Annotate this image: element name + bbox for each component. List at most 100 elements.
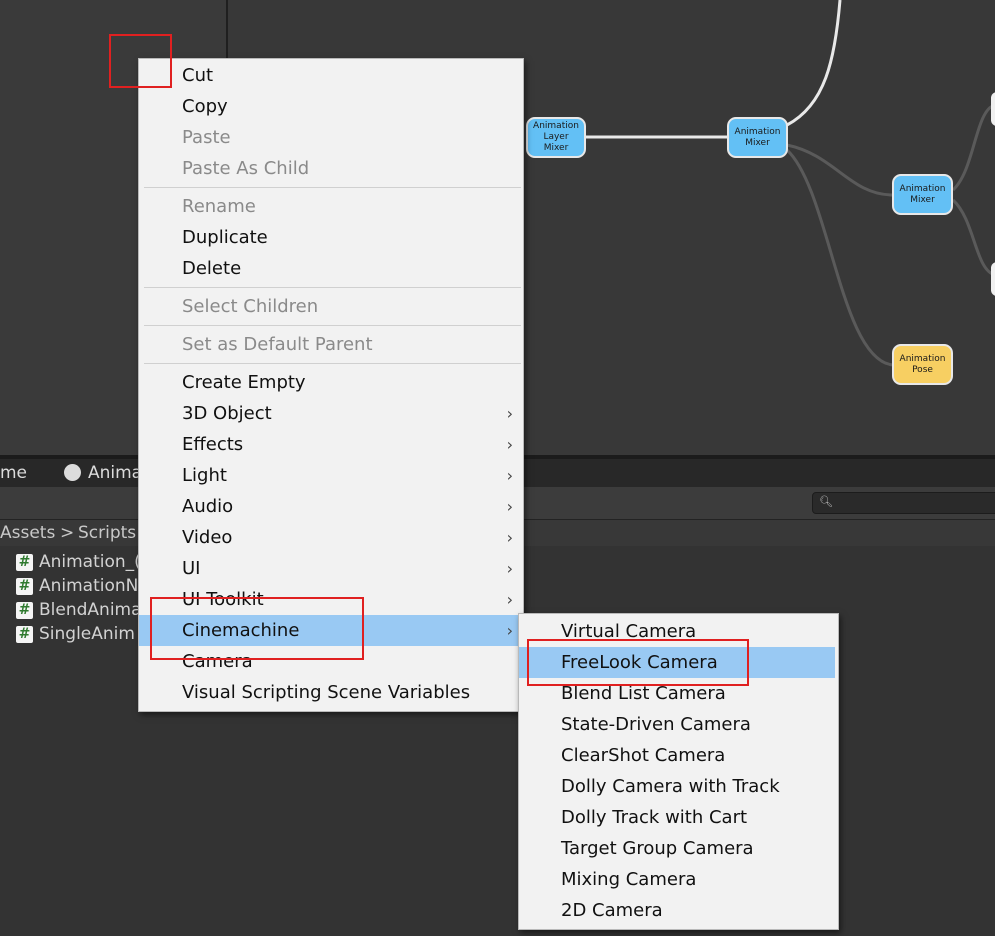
menu-item-rename[interactable]: Rename [139,191,523,222]
node-label-line: Pose [912,364,933,375]
submenu-item-mixing-camera[interactable]: Mixing Camera [519,864,838,895]
menu-item-label: Cut [182,65,214,86]
node-label-line: Animation [734,126,781,137]
submenu-item-2d-camera[interactable]: 2D Camera [519,895,838,926]
node-animation-mixer[interactable]: Animation Mixer [727,117,788,158]
node-label-line: Mixer [910,194,935,205]
chevron-right-icon: › [506,528,513,547]
edge-mixer-to-pose [785,148,894,367]
node-label-line: Mixer [543,143,569,153]
chevron-right-icon: › [506,466,513,485]
menu-item-cut[interactable]: Cut [139,60,523,91]
menu-item-light[interactable]: Light › [139,460,523,491]
menu-separator [144,363,521,364]
menu-item-paste-as-child[interactable]: Paste As Child [139,153,523,184]
chevron-right-icon: › [506,497,513,516]
clock-icon [64,464,81,481]
menu-item-visual-scripting-scene-variables[interactable]: Visual Scripting Scene Variables [139,677,523,708]
submenu-item-clearshot-camera[interactable]: ClearShot Camera [519,740,838,771]
list-item[interactable]: # BlendAnima [16,598,142,622]
menu-item-label: Video [182,527,233,548]
node-offscreen-2[interactable] [991,262,995,296]
menu-separator [144,287,521,288]
menu-item-label: Mixing Camera [561,869,697,890]
menu-item-label: Delete [182,258,242,279]
edge-out-2 [951,198,995,277]
submenu-item-dolly-camera-with-track[interactable]: Dolly Camera with Track [519,771,838,802]
annotation-box-cinemachine [150,597,364,660]
menu-item-label: Audio [182,496,234,517]
breadcrumb-scripts[interactable]: Scripts [78,523,136,543]
edge-mixer-up [786,0,842,127]
menu-item-select-children[interactable]: Select Children [139,291,523,322]
menu-item-label: Paste As Child [182,158,310,179]
menu-item-label: Set as Default Parent [182,334,373,355]
csharp-script-icon: # [16,553,33,571]
menu-item-label: ClearShot Camera [561,745,726,766]
menu-item-label: Rename [182,196,256,217]
node-offscreen-1[interactable] [991,92,995,126]
csharp-script-icon: # [16,601,33,619]
submenu-item-dolly-track-with-cart[interactable]: Dolly Track with Cart [519,802,838,833]
csharp-script-icon: # [16,625,33,643]
node-animation-mixer-2[interactable]: Animation Mixer [892,174,953,215]
breadcrumb-separator: > [60,523,75,543]
edge-out-1 [951,103,995,192]
menu-item-label: 2D Camera [561,900,663,921]
node-label-line: Mixer [745,137,770,148]
menu-item-video[interactable]: Video › [139,522,523,553]
menu-item-create-empty[interactable]: Create Empty [139,367,523,398]
menu-item-label: Copy [182,96,228,117]
menu-item-copy[interactable]: Copy [139,91,523,122]
menu-item-label: Dolly Camera with Track [561,776,780,797]
menu-item-3d-object[interactable]: 3D Object › [139,398,523,429]
tab-game[interactable]: me [0,463,27,483]
submenu-item-target-group-camera[interactable]: Target Group Camera [519,833,838,864]
menu-item-effects[interactable]: Effects › [139,429,523,460]
menu-item-set-default-parent[interactable]: Set as Default Parent [139,329,523,360]
list-item[interactable]: # SingleAnim [16,622,135,646]
menu-separator [144,325,521,326]
menu-item-label: Duplicate [182,227,268,248]
menu-item-ui[interactable]: UI › [139,553,523,584]
menu-item-label: Visual Scripting Scene Variables [182,682,471,703]
menu-item-label: Select Children [182,296,319,317]
node-label-line: Animation [899,353,946,364]
menu-item-delete[interactable]: Delete [139,253,523,284]
menu-item-label: Paste [182,127,231,148]
csharp-script-icon: # [16,577,33,595]
list-item[interactable]: # Animation_( [16,550,141,574]
file-name: AnimationN [39,576,139,596]
breadcrumb-assets[interactable]: Assets [0,523,55,543]
chevron-right-icon: › [506,435,513,454]
menu-item-label: Light [182,465,227,486]
search-input[interactable]: 🔍︎ [812,492,995,514]
node-animation-layer-mixer[interactable]: Animation Layer Mixer [526,117,586,158]
menu-item-label: UI [182,558,201,579]
node-label-line: Animation [533,121,579,131]
menu-item-label: Target Group Camera [561,838,754,859]
list-item[interactable]: # AnimationN [16,574,138,598]
annotation-box-click-point [109,34,172,88]
menu-item-paste[interactable]: Paste [139,122,523,153]
menu-item-label: Blend List Camera [561,683,726,704]
menu-separator [144,187,521,188]
menu-item-label: 3D Object [182,403,272,424]
menu-item-duplicate[interactable]: Duplicate [139,222,523,253]
chevron-right-icon: › [506,404,513,423]
node-label-line: Animation [899,183,946,194]
submenu-item-state-driven-camera[interactable]: State-Driven Camera [519,709,838,740]
file-name: SingleAnim [39,624,135,644]
chevron-right-icon: › [506,590,513,609]
chevron-right-icon: › [506,621,513,640]
search-icon: 🔍︎ [819,495,833,508]
menu-item-label: Create Empty [182,372,306,393]
file-name: Animation_( [39,552,141,572]
file-name: BlendAnima [39,600,142,620]
menu-item-label: Dolly Track with Cart [561,807,748,828]
menu-item-audio[interactable]: Audio › [139,491,523,522]
tab-animator[interactable]: Anima [88,463,142,483]
node-animation-pose[interactable]: Animation Pose [892,344,953,385]
annotation-box-freelook-camera [527,639,749,686]
node-label-line: Layer [543,132,569,142]
